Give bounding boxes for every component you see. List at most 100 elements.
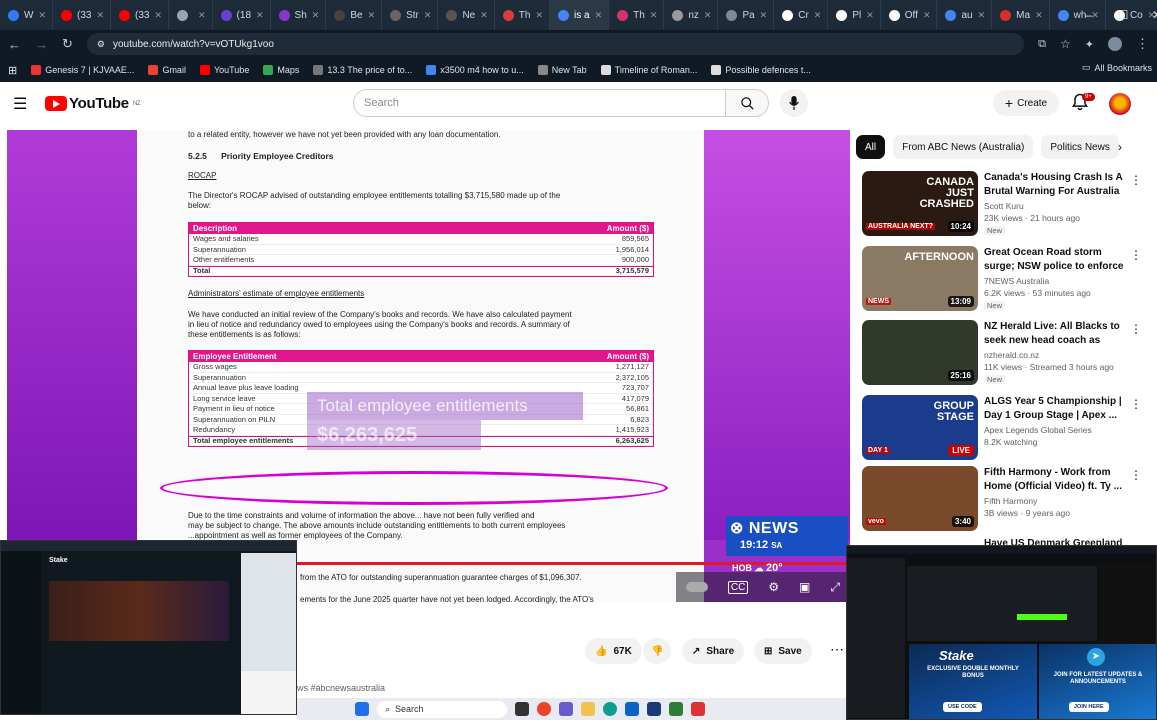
back-icon[interactable]: ← [8,37,21,52]
browser-tab[interactable]: Be ✕ [326,0,383,30]
apps-icon[interactable]: ⊞ [8,64,17,77]
site-info-icon[interactable]: ⚙ [97,39,105,50]
captions-icon[interactable]: CC [727,580,749,594]
bookmark-item[interactable]: Genesis 7 | KJVAAE... [31,65,134,75]
maximize-icon[interactable]: ☐ [1106,8,1140,22]
recommendation-title[interactable]: ALGS Year 5 Championship | Day 1 Group S… [984,395,1124,422]
tab-close-icon[interactable]: ✕ [96,10,104,21]
recommendation-title[interactable]: Canada's Housing Crash Is A Brutal Warni… [984,171,1124,199]
browser-tab[interactable]: Pa ✕ [718,0,775,30]
app-icon[interactable] [559,702,573,716]
url-text[interactable]: youtube.com/watch?v=vOTUkg1voo [113,39,274,50]
tab-close-icon[interactable]: ✕ [814,10,822,21]
tab-close-icon[interactable]: ✕ [480,10,488,21]
browser-tab[interactable]: Off ✕ [881,0,938,30]
browser-tab[interactable]: Cr ✕ [774,0,829,30]
use-code-button[interactable]: USE CODE [943,702,982,712]
browser-tab[interactable]: (33 ✕ [111,0,169,30]
install-icon[interactable]: ⧉ [1038,38,1046,51]
recommendation-card[interactable]: CANADA JUST CRASHED AUSTRALIA NEXT? 10:24 C… [862,171,1142,239]
stake-promo-2[interactable]: ➤ JOIN FOR LATEST UPDATES & ANNOUNCEMENT… [1039,644,1156,719]
channel-name[interactable]: nzherald.co.nz [984,350,1039,360]
more-actions-icon[interactable]: ⋯ [830,641,844,658]
all-bookmarks[interactable]: ▭ All Bookmarks [1082,62,1152,73]
recommendation-card[interactable]: vevo 3:40 Fifth Harmony - Work from Home (… [862,466,1142,534]
stake-promo-1[interactable]: Stake EXCLUSIVE DOUBLE MONTHLY BONUS USE… [909,644,1037,719]
tab-close-icon[interactable]: ✕ [923,10,931,21]
taskbar-search[interactable]: ⌕ Search [377,700,507,718]
browser-tab[interactable]: nz ✕ [664,0,719,30]
filter-chip[interactable]: From ABC News (Australia) [893,135,1034,159]
task-view-icon[interactable] [515,702,529,716]
bookmark-item[interactable]: x3500 m4 how to u... [426,65,524,75]
account-avatar[interactable] [1109,93,1131,115]
pip-window-left[interactable]: Stake [0,540,297,715]
tab-close-icon[interactable]: ✕ [650,10,658,21]
tab-close-icon[interactable]: ✕ [368,10,376,21]
minimize-icon[interactable]: – [1072,8,1106,22]
recommendation-card[interactable]: AFTERNOON NEWS 13:09 Great Ocean Road storm… [862,246,1142,314]
filter-chip[interactable]: All [856,135,886,159]
more-options-icon[interactable]: ⋮ [1130,248,1142,262]
recommendation-card[interactable]: GROUP STAGE DAY 1 LIVE ALGS Year 5 Champion… [862,395,1142,463]
browser-tab[interactable]: Sh ✕ [271,0,327,30]
hamburger-menu-icon[interactable]: ☰ [13,94,27,114]
filter-chip[interactable]: Politics News [1041,135,1119,159]
browser-menu-icon[interactable]: ⋮ [1136,36,1149,52]
chrome-icon[interactable] [537,702,551,716]
search-input[interactable]: Search [353,89,726,117]
description-hashtags[interactable]: ws #abcnewsaustralia [297,683,385,693]
recommendation-thumbnail[interactable]: AFTERNOON NEWS 13:09 [862,246,978,311]
browser-tab[interactable]: Pl ✕ [828,0,881,30]
browser-tab[interactable]: au ✕ [937,0,993,30]
tab-close-icon[interactable]: ✕ [595,10,603,21]
recommendation-title[interactable]: NZ Herald Live: All Blacks to seek new h… [984,320,1124,348]
browser-tab[interactable]: Ne ✕ [438,0,495,30]
file-explorer-icon[interactable] [581,702,595,716]
pip-window-right[interactable]: Stake EXCLUSIVE DOUBLE MONTHLY BONUS USE… [846,545,1157,720]
browser-tab[interactable]: ✕ [169,0,213,30]
channel-name[interactable]: Apex Legends Global Series [984,425,1092,435]
tab-close-icon[interactable]: ✕ [424,10,432,21]
app-icon-3[interactable] [669,702,683,716]
extensions-icon[interactable]: ✦ [1085,38,1094,51]
tab-close-icon[interactable]: ✕ [312,10,320,21]
create-button[interactable]: + Create [993,90,1059,116]
bookmark-item[interactable]: 13.3 The price of to... [313,65,412,75]
edge-icon[interactable] [603,702,617,716]
tab-close-icon[interactable]: ✕ [866,10,874,21]
youtube-logo[interactable]: YouTube NZ [45,95,141,112]
tab-close-icon[interactable]: ✕ [535,10,543,21]
recommendation-thumbnail[interactable]: GROUP STAGE DAY 1 LIVE [862,395,978,460]
bookmark-item[interactable]: New Tab [537,65,587,75]
bookmark-star-icon[interactable]: ☆ [1060,37,1071,51]
more-options-icon[interactable]: ⋮ [1130,322,1142,336]
like-button[interactable]: 👍 67K [585,638,642,664]
browser-tab[interactable]: Ma ✕ [992,0,1050,30]
close-icon[interactable]: ✕ [1140,8,1157,22]
save-button[interactable]: ⊞ Save [754,638,812,664]
app-icon-2[interactable] [647,702,661,716]
share-button[interactable]: ↗ Share [682,638,745,664]
dislike-button[interactable]: 👎 [643,638,672,664]
browser-tab[interactable]: Th ✕ [495,0,550,30]
more-options-icon[interactable]: ⋮ [1130,468,1142,482]
channel-name[interactable]: 7NEWS Australia [984,276,1049,286]
browser-tab[interactable]: Th ✕ [609,0,665,30]
bookmark-item[interactable]: Timeline of Roman... [600,65,697,75]
browser-tab[interactable]: is a ✕ [550,0,610,30]
autoplay-toggle[interactable] [685,582,708,592]
recommendation-thumbnail[interactable]: CANADA JUST CRASHED AUSTRALIA NEXT? 10:24 [862,171,978,236]
tab-close-icon[interactable]: ✕ [38,10,46,21]
windows-start-icon[interactable] [355,702,369,716]
recommendation-thumbnail[interactable]: vevo 3:40 [862,466,978,531]
browser-tab[interactable]: (18 ✕ [213,0,271,30]
tab-close-icon[interactable]: ✕ [704,10,712,21]
fullscreen-icon[interactable]: ⤢ [830,580,840,595]
forward-icon[interactable]: → [35,37,48,52]
browser-tab[interactable]: (33 ✕ [53,0,111,30]
browser-tab[interactable]: W ✕ [0,0,53,30]
recommendation-title[interactable]: Great Ocean Road storm surge; NSW police… [984,246,1124,274]
tab-close-icon[interactable]: ✕ [978,10,986,21]
chevron-right-icon[interactable]: › [1118,140,1122,154]
